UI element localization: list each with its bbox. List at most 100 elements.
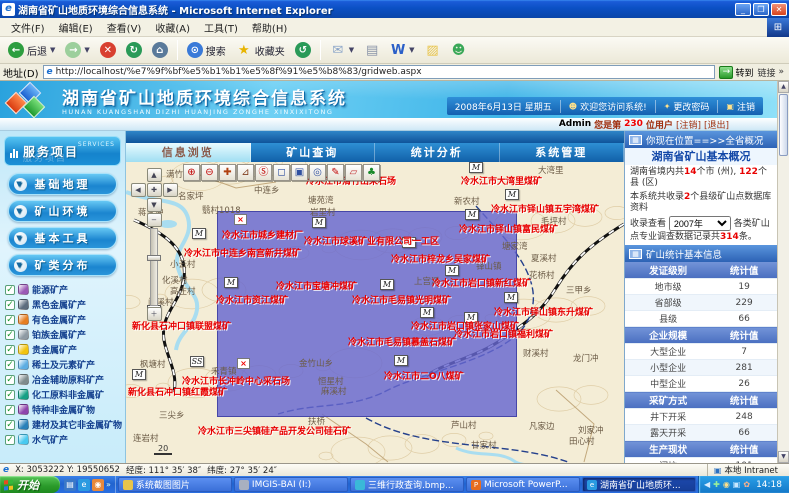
mine-point-marker[interactable]: M [465, 209, 479, 220]
address-input[interactable]: e http://localhost/%e7%9f%bf%e5%b1%b1%e5… [43, 65, 716, 79]
logout-link[interactable]: ▣注销 [717, 100, 763, 113]
network-tray-icon[interactable]: ▣ [733, 480, 741, 489]
mine-point-marker[interactable]: M [505, 189, 519, 200]
messenger-button[interactable]: ☻ [447, 41, 471, 59]
mine-point-marker[interactable]: M [224, 277, 238, 288]
layer-item-化工原料非金属矿[interactable]: ✓化工原料非金属矿 [0, 387, 125, 402]
media-quicklaunch-icon[interactable]: ◉ [92, 479, 104, 491]
taskbar-task-三维行政查询.bmp...[interactable]: 三维行政查询.bmp... [350, 477, 464, 492]
sidebar-button-基本工具[interactable]: ▼基本工具 [8, 227, 117, 249]
layer-checkbox[interactable]: ✓ [5, 285, 15, 295]
layer-item-建材及其它非金属矿物[interactable]: ✓建材及其它非金属矿物 [0, 417, 125, 432]
edit-button[interactable]: W▼ [386, 41, 418, 59]
mine-name-label[interactable]: 冷水江市大湾里煤矿 [461, 174, 542, 187]
mine-point-marker[interactable]: M [394, 355, 408, 366]
menu-item-编辑(E)[interactable]: 编辑(E) [52, 20, 100, 35]
layer-checkbox[interactable]: ✓ [5, 435, 15, 445]
go-button[interactable]: → 转到 [719, 66, 753, 79]
mine-name-label[interactable]: 冷水江市三尖镇硅产品开发公司硅石矿 [198, 424, 351, 437]
mine-name-label[interactable]: 冷水江市资江煤矿 [216, 293, 288, 306]
map-canvas[interactable]: ▲ ◀ ✚ ▶ ▼ − ＋ ⊕⊖✚⊿Ⓢ◻▣◎✎▱♣ 2 [126, 162, 624, 463]
zoom-in-button[interactable]: ＋ [147, 307, 162, 321]
select-feature-tool[interactable]: ▣ [291, 164, 308, 181]
layer-item-特种非金属矿物[interactable]: ✓特种非金属矿物 [0, 402, 125, 417]
erase-tool[interactable]: ▱ [345, 164, 362, 181]
logoff-link[interactable]: [注销] [676, 118, 701, 131]
close-selection-icon[interactable]: × [234, 214, 247, 225]
mine-name-label[interactable]: 冷水江市中连乡南宫新井煤矿 [184, 246, 301, 259]
mine-name-label[interactable]: 新化县石冲口镇红霞煤矿 [128, 385, 227, 398]
quarry-point-marker[interactable]: SS [190, 356, 204, 367]
restore-button[interactable]: ❐ [753, 3, 769, 16]
year-select[interactable]: 2007年 [669, 216, 731, 231]
taskbar-task-Microsoft PowerP...[interactable]: PMicrosoft PowerP... [466, 477, 580, 492]
layer-item-贵金属矿产[interactable]: ✓贵金属矿产 [0, 342, 125, 357]
layer-checkbox[interactable]: ✓ [5, 375, 15, 385]
quick-launch-expand-icon[interactable]: » [106, 480, 111, 489]
scroll-down-arrow[interactable]: ▼ [778, 451, 789, 463]
tab-矿山查询[interactable]: 矿山查询 [251, 143, 376, 162]
pan-left-button[interactable]: ◀ [131, 183, 146, 197]
refresh-button[interactable]: ↻ [122, 41, 146, 59]
zoom-slider[interactable] [150, 228, 158, 306]
stop-button[interactable]: ✕ [96, 41, 120, 59]
menu-item-查看(V)[interactable]: 查看(V) [100, 20, 149, 35]
zoom-out-tool[interactable]: ⊖ [201, 164, 218, 181]
pan-up-button[interactable]: ▲ [147, 168, 162, 182]
dropdown-arrow-icon[interactable]: ▼ [50, 46, 55, 54]
page-scrollbar[interactable]: ▲ ▼ [777, 81, 789, 463]
links-menu[interactable]: 链接» [757, 66, 786, 79]
layer-item-水气矿产[interactable]: ✓水气矿产 [0, 432, 125, 447]
history-button[interactable]: ↺ [291, 41, 315, 59]
draw-tool[interactable]: ✎ [327, 164, 344, 181]
layer-checkbox[interactable]: ✓ [5, 360, 15, 370]
exit-link[interactable]: [退出] [704, 118, 729, 131]
zoom-in-tool[interactable]: ⊕ [183, 164, 200, 181]
menu-item-帮助(H)[interactable]: 帮助(H) [245, 20, 294, 35]
minimize-button[interactable]: _ [735, 3, 751, 16]
taskbar-task-湖南省矿山地质环...[interactable]: e湖南省矿山地质环... [582, 477, 696, 492]
close-button[interactable]: ✕ [771, 3, 787, 16]
ie-quicklaunch-icon[interactable]: e [78, 479, 90, 491]
zoom-box-tool[interactable]: ◎ [309, 164, 326, 181]
dropdown-arrow-icon[interactable]: ▼ [84, 46, 89, 54]
forward-button[interactable]: →▼ [61, 41, 93, 59]
tab-信息浏览[interactable]: 信息浏览 [126, 143, 251, 162]
layer-item-冶金辅助原料矿产[interactable]: ✓冶金辅助原料矿产 [0, 372, 125, 387]
mine-name-label[interactable]: 冷水江市球溪矿业有限公司一工区 [304, 234, 439, 247]
sidebar-button-矿类分布[interactable]: ▼矿类分布 [8, 254, 117, 276]
change-password-link[interactable]: ✦更改密码 [655, 100, 718, 113]
select-rect-tool[interactable]: ◻ [273, 164, 290, 181]
mine-name-label[interactable]: 冷水江市梓龙乡吴家煤矿 [391, 252, 490, 265]
antivirus-tray-icon[interactable]: ✚ [713, 480, 720, 489]
menu-item-收藏(A)[interactable]: 收藏(A) [148, 20, 197, 35]
mine-point-marker[interactable]: M [312, 217, 326, 228]
close-selection-icon[interactable]: × [237, 358, 250, 369]
layer-checkbox[interactable]: ✓ [5, 300, 15, 310]
print-button[interactable]: ▤ [360, 41, 384, 59]
dropdown-arrow-icon[interactable]: ▼ [409, 46, 414, 54]
layer-item-有色金属矿产[interactable]: ✓有色金属矿产 [0, 312, 125, 327]
mine-point-marker[interactable]: M [504, 292, 518, 303]
taskbar-task-系统截图图片[interactable]: 系统截图图片 [118, 477, 232, 492]
layer-checkbox[interactable]: ✓ [5, 405, 15, 415]
tab-统计分析[interactable]: 统计分析 [375, 143, 500, 162]
mine-point-marker[interactable]: M [380, 279, 394, 290]
layer-tree-tool[interactable]: ♣ [363, 164, 380, 181]
scroll-up-arrow[interactable]: ▲ [778, 81, 789, 93]
pan-right-button[interactable]: ▶ [163, 183, 178, 197]
select-circle-tool[interactable]: Ⓢ [255, 164, 272, 181]
search-button[interactable]: ⊙搜索 [183, 41, 230, 59]
layer-item-稀土及元素矿产[interactable]: ✓稀土及元素矿产 [0, 357, 125, 372]
zoom-out-button[interactable]: − [147, 213, 162, 227]
sidebar-button-基础地理[interactable]: ▼基础地理 [8, 173, 117, 195]
mine-name-label[interactable]: 冷水江市宝塘冲煤矿 [276, 279, 357, 292]
mine-name-label[interactable]: 冷水江市铎山镇东升煤矿 [494, 305, 593, 318]
back-button[interactable]: ←后退▼ [4, 41, 59, 59]
favorites-button[interactable]: ★收藏夹 [232, 41, 289, 59]
mine-name-label[interactable]: 冷水江市二O八煤矿 [384, 369, 464, 382]
language-tray-icon[interactable]: ◀ [704, 480, 710, 489]
mine-point-marker[interactable]: M [445, 265, 459, 276]
layer-item-铂族金属矿产[interactable]: ✓铂族金属矿产 [0, 327, 125, 342]
mail-button[interactable]: ✉▼ [326, 41, 358, 59]
